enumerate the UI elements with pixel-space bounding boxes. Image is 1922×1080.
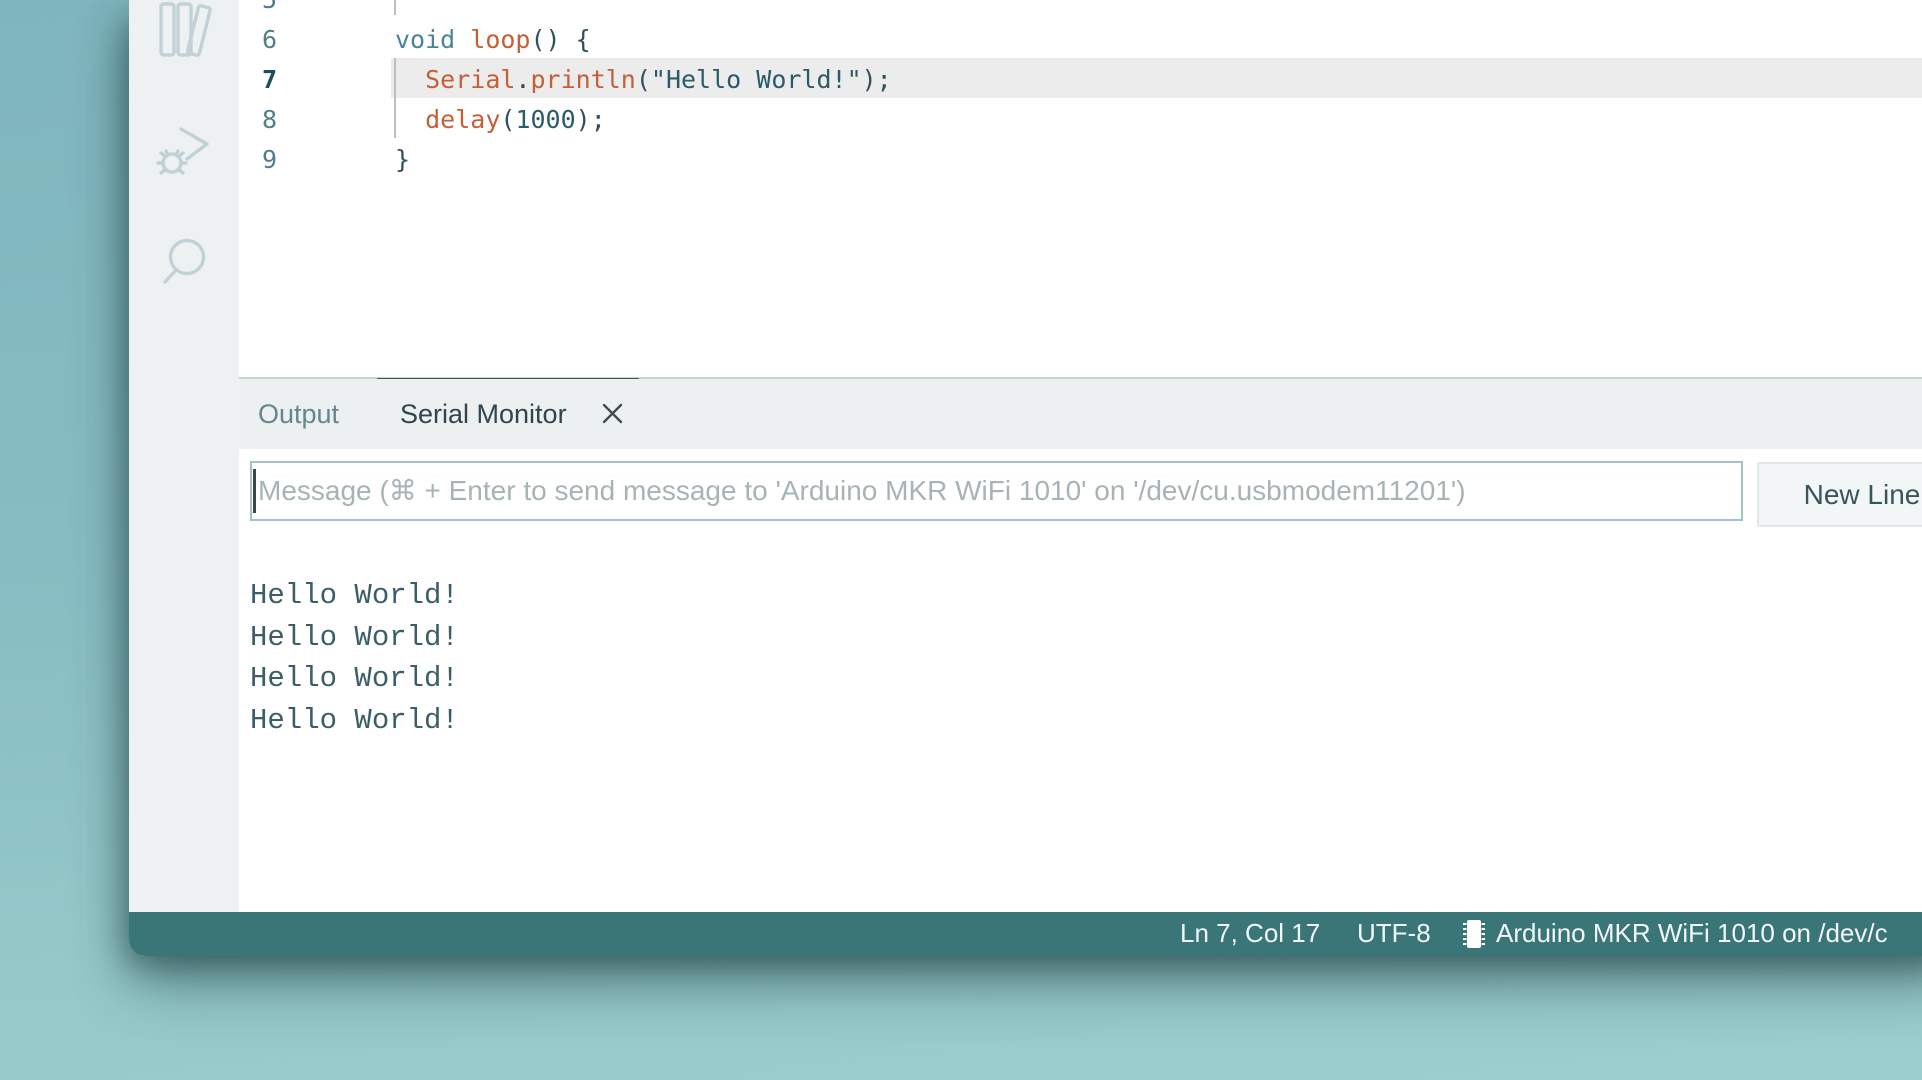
- serial-output-line: Hello World!: [250, 617, 459, 659]
- code-line: }: [395, 140, 892, 180]
- line-number: 6: [239, 20, 277, 60]
- code-editor[interactable]: 56789 void loop() { Serial.println("Hell…: [239, 0, 1922, 377]
- arduino-ide-window: 56789 void loop() { Serial.println("Hell…: [129, 0, 1922, 956]
- line-number: 5: [239, 0, 277, 20]
- tab-output[interactable]: Output: [258, 379, 339, 449]
- tab-serial-monitor[interactable]: Serial Monitor: [400, 379, 567, 449]
- serial-output-line: Hello World!: [250, 658, 459, 700]
- search-button[interactable]: [156, 236, 212, 292]
- serial-output-line: Hello World!: [250, 575, 459, 617]
- code-line: void loop() {: [395, 20, 892, 60]
- debug-icon: [156, 122, 212, 178]
- close-icon[interactable]: [600, 401, 625, 426]
- code-line: Serial.println("Hello World!");: [395, 60, 892, 100]
- message-input[interactable]: [250, 461, 1743, 521]
- line-number: 8: [239, 100, 277, 140]
- line-number: 7: [239, 60, 277, 100]
- chip-icon: [1461, 918, 1487, 957]
- library-icon: [156, 2, 212, 58]
- serial-monitor-panel: New Line Hello World!Hello World!Hello W…: [239, 449, 1922, 912]
- encoding-indicator[interactable]: UTF-8: [1357, 912, 1431, 956]
- code-content: void loop() { Serial.println("Hello Worl…: [395, 0, 892, 180]
- text-caret: [253, 469, 256, 513]
- serial-output[interactable]: Hello World!Hello World!Hello World!Hell…: [250, 575, 459, 741]
- cursor-position[interactable]: Ln 7, Col 17: [1180, 912, 1320, 956]
- code-line: delay(1000);: [395, 100, 892, 140]
- line-number-column: 56789: [239, 0, 277, 180]
- search-icon: [156, 236, 212, 292]
- activity-sidebar: [129, 0, 239, 912]
- line-number: 9: [239, 140, 277, 180]
- board-port-indicator[interactable]: Arduino MKR WiFi 1010 on /dev/c: [1496, 912, 1888, 956]
- library-manager-button[interactable]: [156, 2, 212, 58]
- debug-button[interactable]: [156, 122, 212, 178]
- status-bar: Ln 7, Col 17 UTF-8 Arduino MKR WiFi 1010…: [129, 912, 1922, 956]
- panel-tab-bar: Output Serial Monitor: [239, 379, 1922, 449]
- line-ending-button[interactable]: New Line: [1757, 462, 1922, 527]
- code-line: [395, 0, 892, 20]
- serial-output-line: Hello World!: [250, 700, 459, 742]
